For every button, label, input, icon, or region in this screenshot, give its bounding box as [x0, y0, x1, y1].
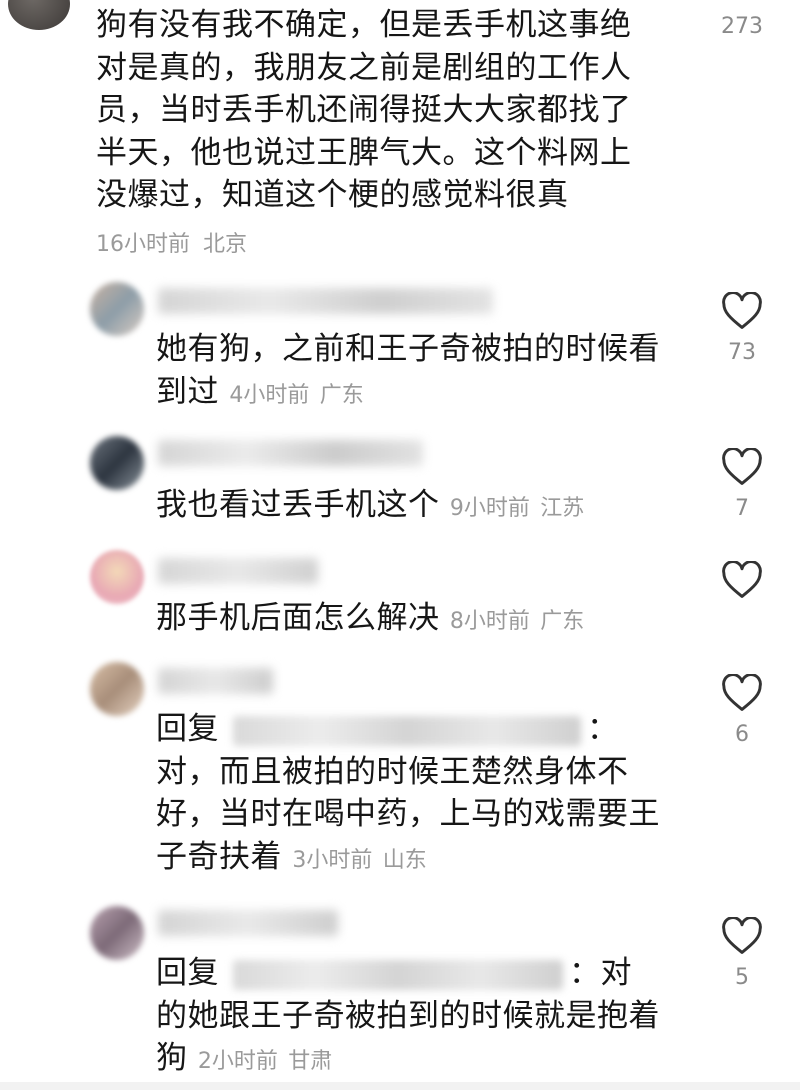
like-count: 73: [728, 340, 756, 365]
avatar[interactable]: [90, 906, 144, 960]
like-button[interactable]: 73: [707, 292, 777, 365]
username-blurred[interactable]: [158, 668, 273, 694]
like-button[interactable]: 273: [707, 0, 777, 39]
reply-time: 2小时前: [197, 1049, 278, 1074]
like-count: 5: [735, 965, 749, 990]
reply-text: 她有狗，之前和王子奇被拍的时候看 到过 4小时前 广东: [156, 331, 660, 410]
avatar[interactable]: [8, 0, 70, 30]
avatar[interactable]: [90, 662, 144, 716]
reply-prefix: 回复: [156, 711, 219, 747]
replied-username-blurred[interactable]: [233, 959, 563, 990]
reply-time: 8小时前: [449, 609, 530, 634]
reply-time: 9小时前: [449, 496, 530, 521]
avatar[interactable]: [90, 282, 144, 336]
like-button[interactable]: [707, 561, 777, 609]
like-count: 7: [735, 496, 749, 521]
reply-location: 江苏: [540, 496, 585, 521]
reply-location: 甘肃: [288, 1049, 333, 1074]
comment-text: 狗有没有我不确定，但是丢手机这事绝 对是真的，我朋友之前是剧组的工作人 员，当时…: [96, 7, 632, 213]
comment-meta: 16小时前 北京: [96, 226, 247, 258]
bottom-divider: [0, 1082, 800, 1090]
replied-username-blurred[interactable]: [233, 715, 581, 746]
username-blurred[interactable]: [158, 288, 493, 314]
reply-time: 3小时前: [292, 847, 373, 873]
avatar[interactable]: [90, 436, 144, 490]
like-button[interactable]: 5: [707, 917, 777, 990]
comment-location: 北京: [203, 232, 248, 257]
like-count: 273: [721, 14, 763, 39]
heart-outline-icon: [722, 674, 762, 711]
reply-location: 山东: [382, 847, 427, 873]
reply-text: 我也看过丢手机这个 9小时前 江苏: [156, 487, 585, 523]
comment-time: 16小时前: [96, 232, 190, 257]
reply-text: 回复： 对，而且被拍的时候王楚然身体不 好，当时在喝中药，上马的戏需要王 子奇扶…: [156, 711, 660, 875]
like-button[interactable]: 6: [707, 674, 777, 747]
heart-outline-icon: [722, 292, 762, 329]
reply-text: 那手机后面怎么解决 8小时前 广东: [156, 600, 585, 636]
reply-location: 广东: [540, 609, 585, 634]
heart-outline-icon: [722, 561, 762, 598]
reply-time: 4小时前: [229, 382, 310, 408]
reply-prefix: 回复: [156, 955, 219, 991]
like-button[interactable]: 7: [707, 448, 777, 521]
heart-outline-icon: [722, 917, 762, 954]
like-count: 6: [735, 722, 749, 747]
reply-text: 回复 ：对 的她跟王子奇被拍到的时候就是抱着 狗 2小时前 甘肃: [156, 955, 660, 1076]
avatar[interactable]: [90, 550, 144, 604]
username-blurred[interactable]: [158, 440, 423, 466]
username-blurred[interactable]: [158, 910, 338, 936]
username-blurred[interactable]: [158, 558, 318, 584]
reply-location: 广东: [319, 382, 364, 408]
heart-outline-icon: [722, 448, 762, 485]
